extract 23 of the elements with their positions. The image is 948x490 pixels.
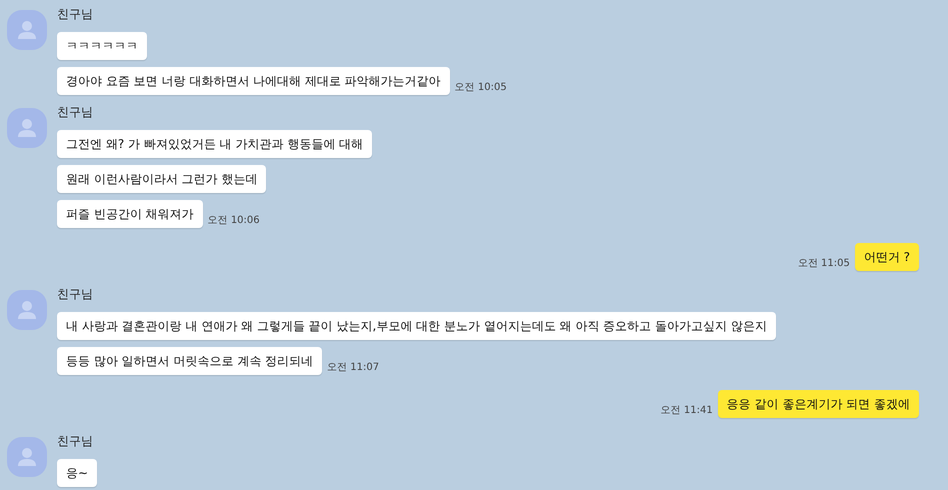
timestamp: 오전 10:05 [454, 82, 507, 94]
message-bubble: 퍼즐 빈공간이 채워져가 [57, 200, 203, 228]
timestamp: 오전 11:41 [660, 405, 713, 417]
profile-avatar-icon[interactable] [7, 290, 47, 330]
sender-name: 친구님 [57, 287, 94, 301]
message-bubble: 내 사랑과 결혼관이랑 내 연애가 왜 그렇게들 끝이 났는지,부모에 대한 분노가 옅어지는데도 왜 아직 증오하고 돌아가고싶지 않은지 [57, 312, 776, 340]
message-bubble: 어떤거 ? [854, 243, 919, 271]
message-bubble: 원래 이런사람이라서 그런가 했는데 [57, 165, 266, 193]
message-bubble: 등등 많아 일하면서 머릿속으로 계속 정리되네 [57, 347, 322, 375]
profile-avatar-icon[interactable] [7, 10, 47, 50]
message-bubble: 응~ [57, 459, 98, 487]
timestamp: 오전 11:07 [327, 362, 380, 374]
sender-name: 친구님 [57, 105, 94, 119]
sender-name: 친구님 [57, 434, 94, 448]
sender-name: 친구님 [57, 7, 94, 21]
timestamp: 오전 11:05 [798, 258, 850, 270]
profile-avatar-icon[interactable] [7, 108, 47, 148]
message-bubble: 경아야 요즘 보면 너랑 대화하면서 나에대해 제대로 파악해가는거같아 [57, 67, 450, 95]
message-bubble: ㅋㅋㅋㅋㅋㅋ [57, 32, 147, 60]
timestamp: 오전 10:06 [208, 215, 260, 227]
message-bubble: 응응 같이 좋은계기가 되면 좋겠에 [718, 390, 919, 418]
message-bubble: 그전엔 왜? 가 빠져있었거든 내 가치관과 행동들에 대해 [57, 130, 372, 158]
profile-avatar-icon[interactable] [7, 437, 47, 477]
